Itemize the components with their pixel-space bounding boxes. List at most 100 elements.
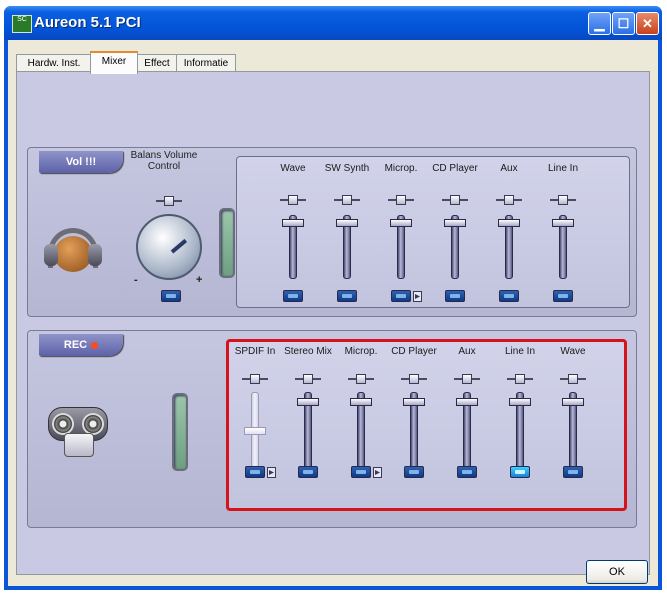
playback-mute-button[interactable] xyxy=(499,290,519,302)
playback-fader-thumb[interactable] xyxy=(390,219,412,228)
maximize-button[interactable]: ☐ xyxy=(612,12,635,35)
playback-mute-button[interactable] xyxy=(337,290,357,302)
app-icon[interactable]: SC xyxy=(12,15,32,33)
recording-channel-label: Stereo Mix xyxy=(284,346,332,357)
playback-channel-label: Wave xyxy=(280,163,306,174)
playback-advanced-button[interactable] xyxy=(413,291,422,302)
recording-channel-balance-slider[interactable] xyxy=(454,374,480,384)
recording-channel-balance-slider[interactable] xyxy=(242,374,268,384)
playback-channel-label: SW Synth xyxy=(324,163,370,174)
recording-select-button[interactable] xyxy=(298,466,318,478)
playback-channel-balance-slider[interactable] xyxy=(388,195,414,205)
close-icon: ✕ xyxy=(642,16,653,31)
recording-fader-thumb[interactable] xyxy=(562,398,584,407)
playback-fader-thumb[interactable] xyxy=(282,219,304,228)
master-volume-knob[interactable] xyxy=(136,214,202,280)
recording-channel-label: CD Player xyxy=(391,346,437,357)
record-dot-icon xyxy=(91,341,99,349)
recording-channel-balance-slider[interactable] xyxy=(295,374,321,384)
minimize-button[interactable]: ▁ xyxy=(588,12,611,35)
title-bar[interactable]: SC Aureon 5.1 PCI ▁ ☐ ✕ xyxy=(4,6,662,40)
recording-fader-thumb[interactable] xyxy=(297,398,319,407)
recording-select-button[interactable] xyxy=(245,466,265,478)
recording-channel-cd-player: CD Player xyxy=(388,342,440,504)
recording-channel-label: Microp. xyxy=(344,346,378,357)
recording-select-button[interactable] xyxy=(510,466,530,478)
tab-mixer[interactable]: Mixer xyxy=(90,51,138,74)
recording-fader-thumb[interactable] xyxy=(403,398,425,407)
playback-mute-button[interactable] xyxy=(553,290,573,302)
recording-level-meter xyxy=(172,393,188,471)
recording-advanced-button[interactable] xyxy=(267,467,276,478)
playback-fader-thumb[interactable] xyxy=(336,219,358,228)
recording-channel-stereo-mix: Stereo Mix xyxy=(282,342,334,504)
recording-title-text: REC xyxy=(63,339,88,351)
playback-channel-balance-slider[interactable] xyxy=(280,195,306,205)
window-title: Aureon 5.1 PCI xyxy=(34,14,141,31)
recording-channel-label: Wave xyxy=(560,346,586,357)
recording-section: REC SPDIF In Stereo Mix Microp. CD Player Au… xyxy=(27,330,637,528)
recording-fader-thumb[interactable] xyxy=(456,398,478,407)
recording-channel-label: Line In xyxy=(504,346,536,357)
playback-channel-label: CD Player xyxy=(432,163,478,174)
dialog-body: Hardw. Inst. Mixer Effect Informatie Vol… xyxy=(8,40,658,586)
playback-channel-aux: Aux xyxy=(483,157,535,305)
playback-channel-balance-slider[interactable] xyxy=(442,195,468,205)
playback-mute-button[interactable] xyxy=(283,290,303,302)
playback-channels: Wave SW Synth Microp. CD Player Aux Line In xyxy=(236,156,630,308)
playback-channel-label: Line In xyxy=(547,163,579,174)
recording-channel-line-in: Line In xyxy=(494,342,546,504)
playback-channel-cd-player: CD Player xyxy=(429,157,481,305)
recording-fader-thumb[interactable] xyxy=(244,427,266,436)
recording-select-button[interactable] xyxy=(404,466,424,478)
playback-mute-button[interactable] xyxy=(445,290,465,302)
playback-channel-balance-slider[interactable] xyxy=(550,195,576,205)
recording-channel-microp: Microp. xyxy=(335,342,387,504)
playback-fader-thumb[interactable] xyxy=(552,219,574,228)
recording-fader-thumb[interactable] xyxy=(509,398,531,407)
playback-level-meter xyxy=(219,208,235,278)
ok-button[interactable]: OK xyxy=(586,560,648,584)
playback-channel-sw-synth: SW Synth xyxy=(321,157,373,305)
playback-section: Vol !!! Balans Volume Control - + Wave S… xyxy=(27,147,637,317)
master-mute-button[interactable] xyxy=(161,290,181,302)
close-button[interactable]: ✕ xyxy=(636,12,659,35)
recording-fader-thumb[interactable] xyxy=(350,398,372,407)
recording-channels: SPDIF In Stereo Mix Microp. CD Player Aux Lin… xyxy=(226,339,627,511)
playback-fader-thumb[interactable] xyxy=(444,219,466,228)
playback-mute-button[interactable] xyxy=(391,290,411,302)
recording-channel-label: Aux xyxy=(458,346,476,357)
recording-channel-aux: Aux xyxy=(441,342,493,504)
recording-channel-balance-slider[interactable] xyxy=(507,374,533,384)
recording-channel-spdif-in: SPDIF In xyxy=(229,342,281,504)
recording-select-button[interactable] xyxy=(457,466,477,478)
recording-channel-label: SPDIF In xyxy=(234,346,276,357)
minimize-icon: ▁ xyxy=(594,16,605,31)
recording-advanced-button[interactable] xyxy=(373,467,382,478)
maximize-icon: ☐ xyxy=(617,16,630,31)
tab-informatie[interactable]: Informatie xyxy=(176,54,236,72)
headphone-icon xyxy=(44,226,102,272)
tab-effect[interactable]: Effect xyxy=(136,54,178,72)
recording-channel-wave: Wave xyxy=(547,342,599,504)
playback-channel-label: Aux xyxy=(500,163,518,174)
app-window: SC Aureon 5.1 PCI ▁ ☐ ✕ Hardw. Inst. Mix… xyxy=(4,6,662,590)
recording-channel-balance-slider[interactable] xyxy=(401,374,427,384)
recording-channel-balance-slider[interactable] xyxy=(560,374,586,384)
playback-fader-thumb[interactable] xyxy=(498,219,520,228)
recording-select-button[interactable] xyxy=(563,466,583,478)
mixer-panel: Vol !!! Balans Volume Control - + Wave S… xyxy=(16,71,650,575)
playback-channel-line-in: Line In xyxy=(537,157,589,305)
playback-channel-wave: Wave xyxy=(267,157,319,305)
recorder-icon xyxy=(48,399,108,457)
knob-plus-label: + xyxy=(196,274,203,286)
balance-volume-label: Balans Volume Control xyxy=(130,150,198,172)
playback-section-title: Vol !!! xyxy=(39,151,123,173)
knob-minus-label: - xyxy=(134,274,138,286)
playback-channel-balance-slider[interactable] xyxy=(496,195,522,205)
recording-channel-balance-slider[interactable] xyxy=(348,374,374,384)
tab-hardware-install[interactable]: Hardw. Inst. xyxy=(16,54,92,72)
playback-channel-balance-slider[interactable] xyxy=(334,195,360,205)
master-balance-slider[interactable] xyxy=(156,196,182,206)
recording-select-button[interactable] xyxy=(351,466,371,478)
